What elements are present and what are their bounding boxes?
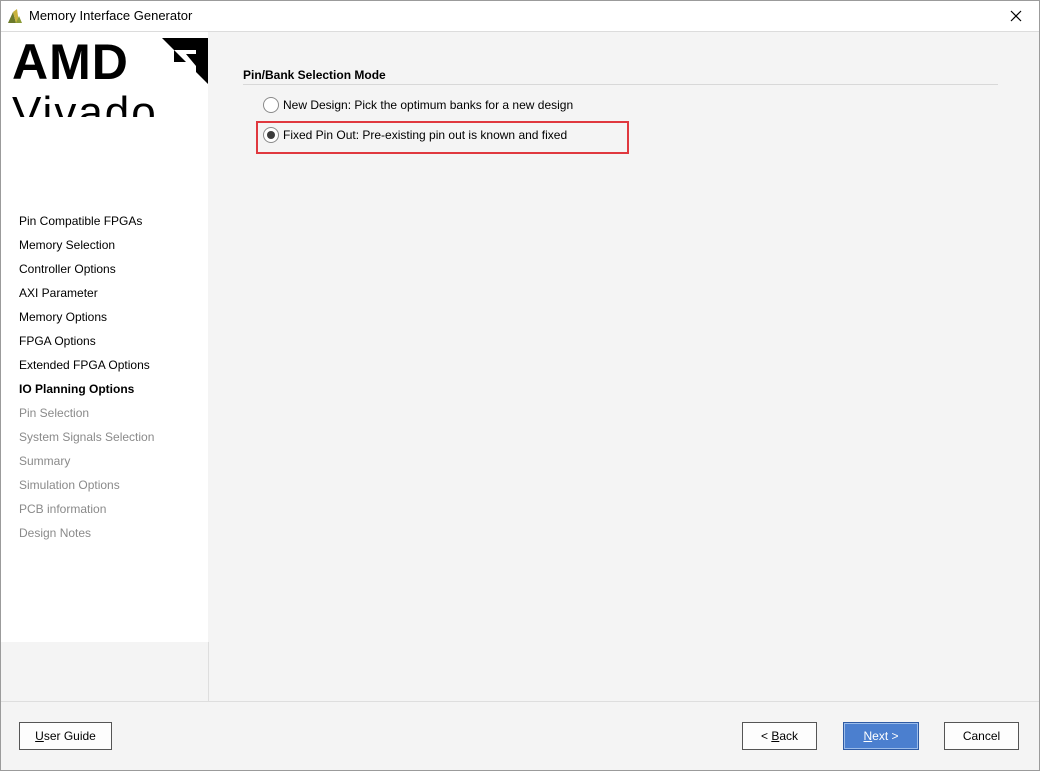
next-button[interactable]: Next > [843, 722, 919, 750]
step-memory-selection[interactable]: Memory Selection [19, 237, 154, 261]
step-summary: Summary [19, 454, 71, 468]
back-arrow-label: < [760, 729, 772, 743]
section-divider [243, 84, 998, 85]
user-guide-label: ser Guide [43, 729, 96, 743]
wizard-steps-list: Pin Compatible FPGAs Memory Selection Co… [19, 213, 154, 549]
user-guide-mnemonic: U [35, 729, 44, 743]
close-button[interactable] [993, 1, 1039, 31]
step-simulation-options: Simulation Options [19, 478, 120, 492]
close-icon [1010, 10, 1022, 22]
cancel-button[interactable]: Cancel [944, 722, 1019, 750]
red-highlight-annotation [256, 121, 629, 154]
amd-vivado-logo: AMD Vivado [12, 37, 209, 117]
step-system-signals-selection: System Signals Selection [19, 430, 155, 444]
back-button[interactable]: < Back [742, 722, 817, 750]
back-label: ack [779, 729, 799, 743]
logo-brand-text: AMD [12, 37, 129, 90]
main-panel: Pin/Bank Selection Mode New Design: Pick… [209, 32, 1039, 701]
mig-dialog-window: Memory Interface Generator AMD Vivado Pi… [0, 0, 1040, 771]
window-title: Memory Interface Generator [29, 8, 193, 23]
step-fpga-options[interactable]: FPGA Options [19, 333, 154, 357]
step-pin-selection: Pin Selection [19, 406, 90, 420]
next-label: ext > [872, 729, 899, 743]
step-memory-options[interactable]: Memory Options [19, 309, 154, 333]
step-pcb-information: PCB information [19, 502, 107, 516]
step-extended-fpga-options[interactable]: Extended FPGA Options [19, 357, 154, 381]
step-controller-options[interactable]: Controller Options [19, 261, 154, 285]
step-axi-parameter[interactable]: AXI Parameter [19, 285, 154, 309]
section-title: Pin/Bank Selection Mode [243, 68, 386, 82]
footer-divider [1, 701, 1039, 702]
step-io-planning-options[interactable]: IO Planning Options [19, 381, 154, 405]
amd-arrow-logo-icon [162, 38, 208, 87]
step-pin-compatible-fpgas[interactable]: Pin Compatible FPGAs [19, 213, 154, 237]
user-guide-button[interactable]: User Guide [19, 722, 112, 750]
next-mnemonic: N [863, 729, 873, 743]
radio-new-design-label[interactable]: New Design: Pick the optimum banks for a… [283, 98, 573, 112]
logo-product-text: Vivado [12, 88, 158, 118]
radio-button-unchecked[interactable] [263, 97, 279, 113]
vivado-app-icon [7, 8, 23, 24]
wizard-sidebar: AMD Vivado Pin Compatible FPGAs Memory S… [1, 32, 208, 642]
title-bar: Memory Interface Generator [1, 1, 1039, 32]
sidebar-footer-area [1, 642, 209, 701]
step-design-notes: Design Notes [19, 526, 92, 540]
